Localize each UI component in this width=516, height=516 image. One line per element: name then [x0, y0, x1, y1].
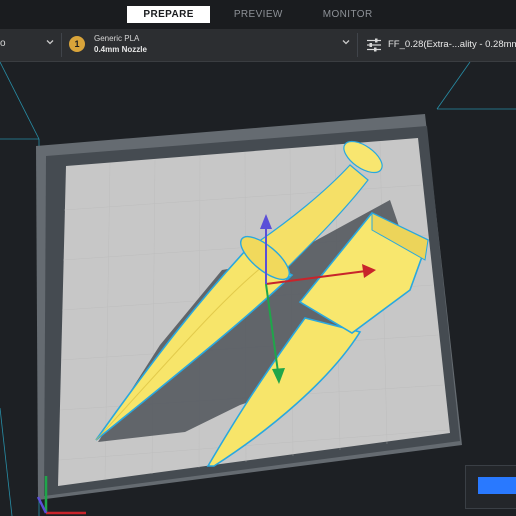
build-volume-edge — [436, 62, 471, 110]
build-volume-edge — [0, 62, 40, 140]
filament-color-icon[interactable]: 1 — [69, 36, 85, 52]
build-volume-edge — [0, 407, 13, 516]
toolbar: o 1 Generic PLA 0.4mm Nozzle FF_0.28(Ext… — [0, 29, 516, 62]
nozzle-size[interactable]: 0.4mm Nozzle — [94, 45, 147, 54]
3d-viewport[interactable] — [0, 62, 516, 516]
panel-action-button[interactable] — [478, 477, 516, 494]
chevron-down-icon[interactable] — [341, 37, 351, 47]
tab-preview[interactable]: PREVIEW — [218, 6, 299, 23]
print-profile-label[interactable]: FF_0.28(Extra-...ality - 0.28mm — [388, 39, 516, 50]
floating-panel — [465, 465, 516, 509]
printer-selector-label[interactable]: o — [0, 38, 6, 49]
toolbar-divider — [61, 33, 62, 57]
settings-sliders-icon[interactable] — [366, 38, 382, 52]
tab-prepare[interactable]: PREPARE — [127, 6, 210, 23]
toolbar-divider — [357, 33, 358, 57]
tab-monitor[interactable]: MONITOR — [307, 6, 389, 23]
chevron-down-icon[interactable] — [45, 37, 55, 47]
material-name[interactable]: Generic PLA — [94, 34, 139, 43]
mode-tab-bar: PREPARE PREVIEW MONITOR — [0, 0, 516, 29]
extruder-number: 1 — [74, 39, 80, 49]
